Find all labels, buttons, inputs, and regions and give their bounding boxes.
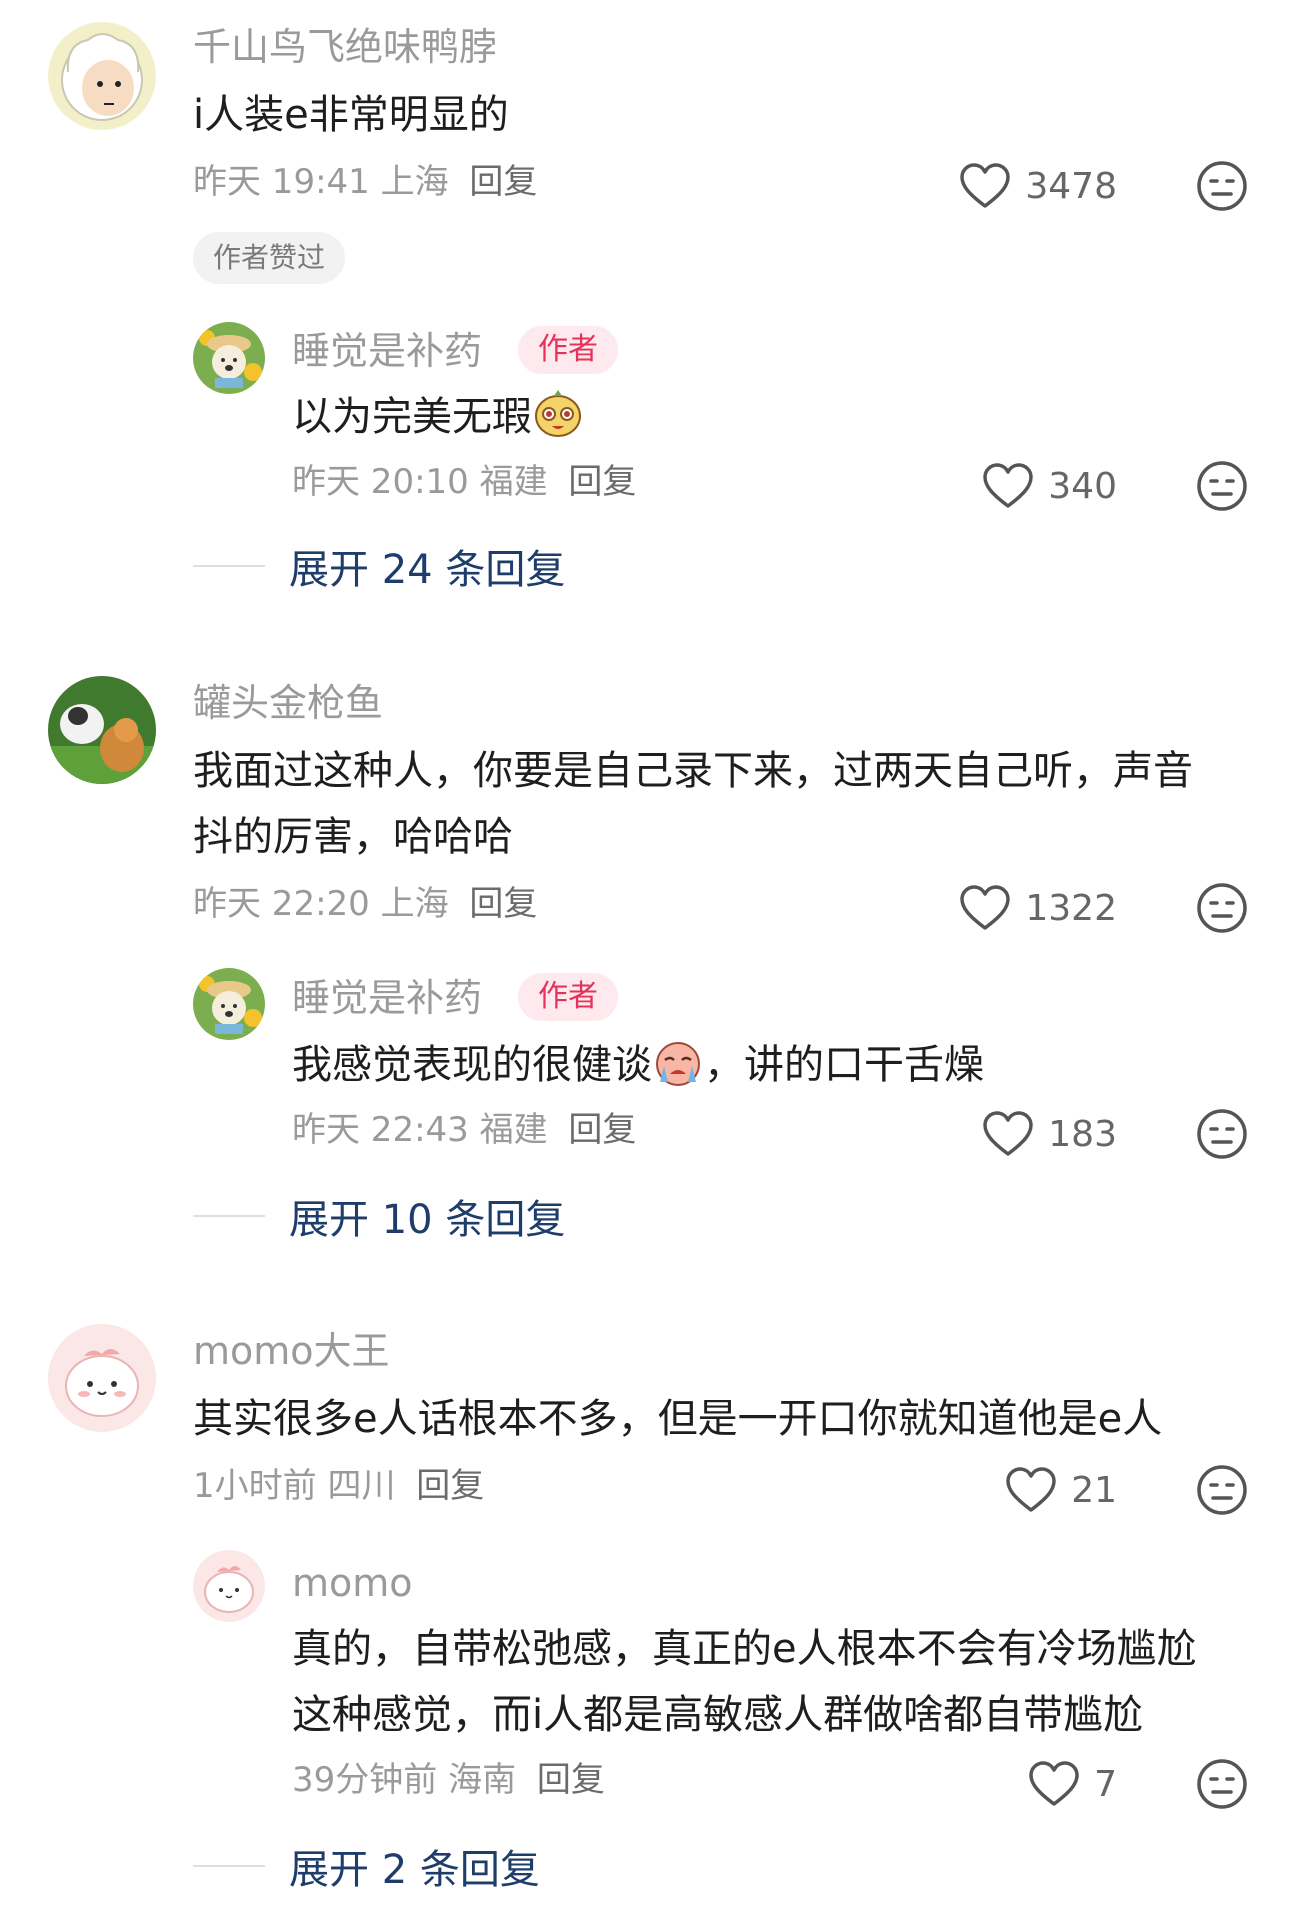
- timestamp: 昨天 19:41: [193, 162, 370, 202]
- comment-text: i人装e非常明显的: [193, 92, 509, 138]
- heart-icon: [1029, 1761, 1079, 1806]
- expand-label: 展开 2 条回复: [289, 1847, 540, 1893]
- dislike-button[interactable]: [1196, 460, 1248, 512]
- heart-icon: [1006, 1467, 1056, 1512]
- username[interactable]: momo大王: [193, 1328, 390, 1374]
- like-button[interactable]: 7: [1028, 1756, 1117, 1812]
- unamused-face-icon: [1197, 1465, 1247, 1515]
- heart-icon: [960, 163, 1011, 208]
- reply-text-before: 我感觉表现的很健谈: [292, 1042, 652, 1088]
- author-tag: 作者: [518, 326, 618, 374]
- location: 福建: [479, 1110, 548, 1150]
- reply-meta: 昨天 20:10 福建 回复: [292, 460, 636, 504]
- timestamp: 39分钟前: [292, 1760, 438, 1800]
- reply-button[interactable]: 回复: [537, 1760, 605, 1800]
- avatar[interactable]: [48, 676, 156, 784]
- reply-button[interactable]: 回复: [568, 1110, 636, 1150]
- reply-username[interactable]: 睡觉是补药: [292, 975, 482, 1021]
- reply-button[interactable]: 回复: [469, 884, 537, 924]
- location: 上海: [380, 162, 449, 202]
- expand-replies-button[interactable]: 展开 2 条回复: [193, 1838, 540, 1894]
- smiling-face-emoji: [532, 388, 584, 440]
- reply-username[interactable]: momo: [292, 1560, 413, 1606]
- location: 海南: [448, 1760, 517, 1800]
- location: 上海: [380, 884, 449, 924]
- like-button[interactable]: 1322: [959, 880, 1117, 936]
- expand-label: 展开 10 条回复: [289, 1197, 566, 1243]
- timestamp: 昨天 20:10: [292, 462, 469, 502]
- avatar[interactable]: [193, 322, 265, 394]
- unamused-face-icon: [1197, 1759, 1247, 1809]
- reply-meta: 39分钟前 海南 回复: [292, 1758, 605, 1802]
- comment-text-line-1: 我面过这种人，你要是自己录下来，过两天自己听，声音: [193, 748, 1193, 794]
- expand-replies-button[interactable]: 展开 10 条回复: [193, 1188, 565, 1244]
- avatar[interactable]: [193, 968, 265, 1040]
- like-button[interactable]: 21: [1005, 1462, 1117, 1518]
- reply-text-line-1: 真的，自带松弛感，真正的e人根本不会有冷场尴尬: [292, 1626, 1197, 1672]
- bear-sunflower-avatar: [193, 322, 265, 394]
- like-count: 21: [1071, 1469, 1117, 1511]
- avatar[interactable]: [48, 1324, 156, 1432]
- reply-text-after: ，讲的口干舌燥: [704, 1042, 984, 1088]
- location: 四川: [327, 1466, 396, 1506]
- like-count: 183: [1048, 1113, 1117, 1155]
- dislike-button[interactable]: [1196, 160, 1248, 212]
- unamused-face-icon: [1197, 883, 1247, 933]
- bear-sunflower-avatar: [193, 968, 265, 1040]
- dislike-button[interactable]: [1196, 1758, 1248, 1810]
- dislike-button[interactable]: [1196, 1464, 1248, 1516]
- reply-text-line-2: 这种感觉，而i人都是高敏感人群做啥都自带尴尬: [292, 1692, 1144, 1738]
- crying-face-emoji: [652, 1036, 704, 1088]
- like-button[interactable]: 3478: [959, 158, 1117, 214]
- divider: [193, 1865, 265, 1867]
- reply-username[interactable]: 睡觉是补药: [292, 328, 482, 374]
- author-liked-badge: 作者赞过: [193, 232, 346, 284]
- avatar[interactable]: [193, 1550, 265, 1622]
- timestamp: 昨天 22:43: [292, 1110, 469, 1150]
- like-button[interactable]: 183: [982, 1106, 1117, 1162]
- comment-meta: 1小时前 四川 回复: [193, 1464, 484, 1508]
- comment-meta: 昨天 19:41 上海 回复: [193, 160, 537, 204]
- pink-blob-avatar: [193, 1550, 265, 1622]
- expand-replies-button[interactable]: 展开 24 条回复: [193, 538, 565, 594]
- avatar[interactable]: [48, 22, 156, 130]
- username[interactable]: 罐头金枪鱼: [193, 680, 383, 726]
- expand-label: 展开 24 条回复: [289, 547, 566, 593]
- reply-meta: 昨天 22:43 福建 回复: [292, 1108, 636, 1152]
- reply-button[interactable]: 回复: [416, 1466, 484, 1506]
- divider: [193, 565, 265, 567]
- dislike-button[interactable]: [1196, 882, 1248, 934]
- reply-button[interactable]: 回复: [568, 462, 636, 502]
- comment-meta: 昨天 22:20 上海 回复: [193, 882, 537, 926]
- location: 福建: [479, 462, 548, 502]
- unamused-face-icon: [1197, 161, 1247, 211]
- cat-and-dog-avatar: [48, 676, 156, 784]
- sheep-cartoon-avatar: [48, 22, 156, 130]
- timestamp: 昨天 22:20: [193, 884, 370, 924]
- reply-text-body: 以为完美无瑕: [292, 394, 532, 440]
- pink-blob-avatar: [48, 1324, 156, 1432]
- heart-icon: [983, 463, 1034, 508]
- reply-button[interactable]: 回复: [469, 162, 537, 202]
- timestamp: 1小时前: [193, 1466, 317, 1506]
- like-count: 340: [1048, 465, 1117, 507]
- unamused-face-icon: [1197, 461, 1247, 511]
- username[interactable]: 千山鸟飞绝味鸭脖: [193, 24, 497, 70]
- comment-text: 其实很多e人话根本不多，但是一开口你就知道他是e人: [193, 1396, 1163, 1442]
- reply-text: 以为完美无瑕: [292, 384, 584, 450]
- like-count: 1322: [1025, 887, 1117, 929]
- heart-icon: [960, 885, 1011, 930]
- dislike-button[interactable]: [1196, 1108, 1248, 1160]
- reply-text: 我感觉表现的很健谈 ，讲的口干舌燥: [292, 1032, 984, 1098]
- like-button[interactable]: 340: [982, 458, 1117, 514]
- like-count: 7: [1094, 1763, 1117, 1805]
- unamused-face-icon: [1197, 1109, 1247, 1159]
- comment-text-line-2: 抖的厉害，哈哈哈: [193, 814, 513, 860]
- divider: [193, 1215, 265, 1217]
- author-tag: 作者: [518, 973, 618, 1021]
- heart-icon: [983, 1111, 1034, 1156]
- like-count: 3478: [1025, 165, 1117, 207]
